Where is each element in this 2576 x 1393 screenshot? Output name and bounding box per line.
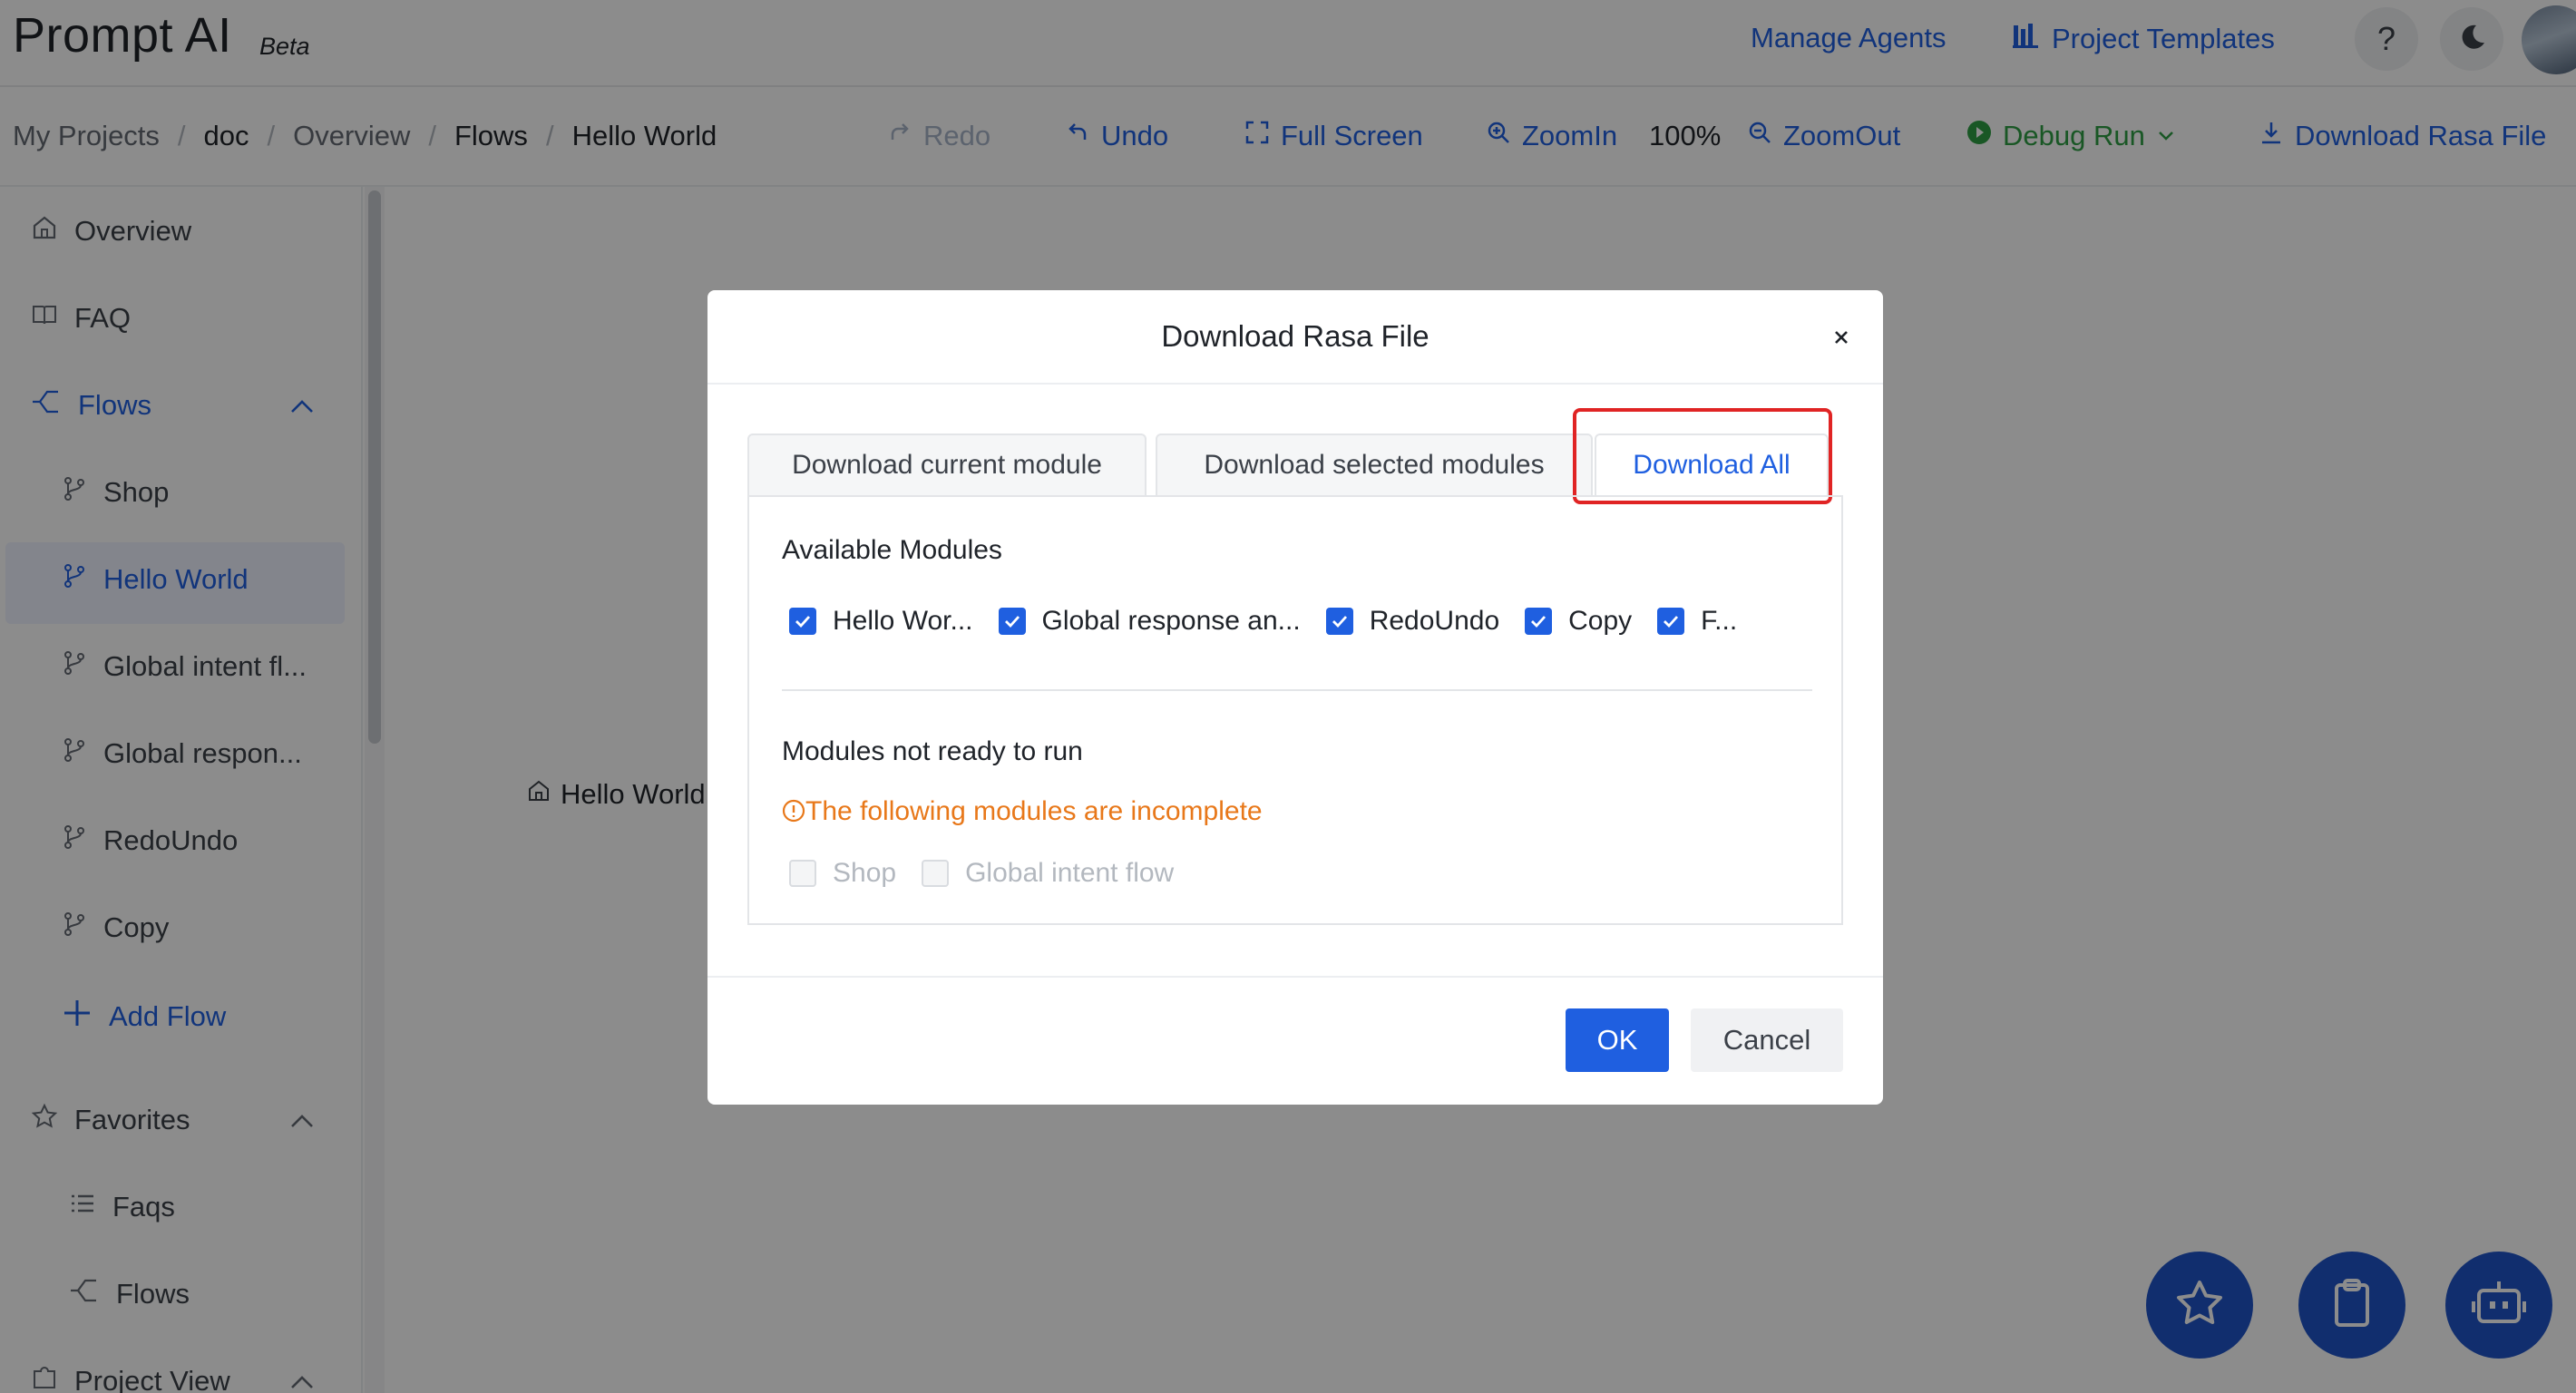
tab-panel-download-all: Available Modules Hello Wor... Global re…	[747, 495, 1843, 925]
close-icon	[1825, 331, 1858, 357]
tab-label: Download selected modules	[1204, 450, 1545, 480]
module-label: Copy	[1568, 606, 1633, 636]
tab-download-selected[interactable]: Download selected modules	[1156, 433, 1593, 497]
module-label: Global intent flow	[965, 858, 1175, 888]
module-checkbox[interactable]: Global response an...	[998, 606, 1301, 637]
module-label: F...	[1701, 606, 1738, 636]
highlight-box	[1573, 408, 1832, 504]
info-circle-icon	[782, 796, 805, 826]
cancel-label: Cancel	[1722, 1024, 1811, 1056]
available-modules-title: Available Modules	[782, 535, 1002, 565]
module-label: Hello Wor...	[833, 606, 973, 636]
not-ready-title: Modules not ready to run	[782, 736, 1083, 766]
modal-title: Download Rasa File	[1161, 319, 1429, 353]
tab-download-current[interactable]: Download current module	[747, 433, 1147, 497]
cancel-button[interactable]: Cancel	[1691, 1008, 1843, 1072]
warning-text: The following modules are incomplete	[805, 796, 1263, 826]
incomplete-modules-list: Shop Global intent flow	[789, 858, 1199, 889]
checkbox-checked-icon	[789, 608, 816, 635]
module-label: RedoUndo	[1369, 606, 1500, 636]
module-checkbox[interactable]: F...	[1657, 606, 1737, 637]
download-rasa-modal: Download Rasa File Download current modu…	[707, 290, 1883, 1105]
available-modules-list: Hello Wor... Global response an... RedoU…	[789, 606, 1762, 637]
tab-label: Download current module	[792, 450, 1102, 480]
section-divider	[782, 689, 1812, 691]
checkbox-checked-icon	[998, 608, 1026, 635]
checkbox-disabled-icon	[922, 860, 950, 887]
module-label: Global response an...	[1041, 606, 1301, 636]
checkbox-checked-icon	[1657, 608, 1685, 635]
incomplete-warning: The following modules are incomplete	[782, 796, 1263, 827]
module-checkbox[interactable]: RedoUndo	[1325, 606, 1500, 637]
modal-header: Download Rasa File	[707, 290, 1883, 385]
module-checkbox-disabled: Global intent flow	[922, 858, 1174, 889]
module-label: Shop	[833, 858, 897, 888]
checkbox-checked-icon	[1325, 608, 1353, 635]
ok-button[interactable]: OK	[1566, 1008, 1669, 1072]
module-checkbox-disabled: Shop	[789, 858, 896, 889]
checkbox-disabled-icon	[789, 860, 816, 887]
checkbox-checked-icon	[1525, 608, 1553, 635]
close-button[interactable]	[1825, 321, 1858, 354]
ok-label: OK	[1596, 1024, 1638, 1056]
modal-footer-divider	[707, 976, 1883, 978]
module-checkbox[interactable]: Copy	[1525, 606, 1632, 637]
module-checkbox[interactable]: Hello Wor...	[789, 606, 973, 637]
